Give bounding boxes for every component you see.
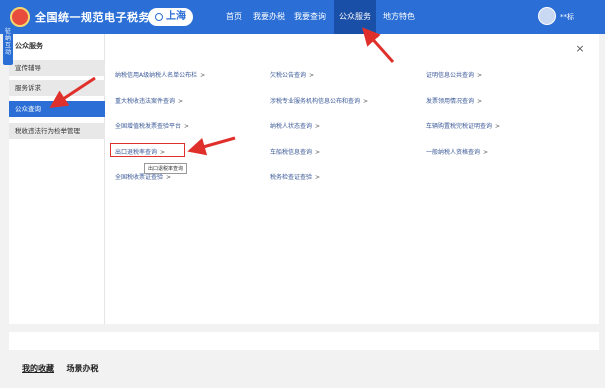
content-strip — [9, 332, 599, 350]
tab-scenario-tax[interactable]: 场景办税 — [67, 364, 99, 373]
arrow-to-public-query — [49, 76, 96, 108]
arrow-to-public-service — [362, 27, 395, 63]
screen: 全国统一规范电子税务局 上海 首页 我要办税 我要查询 公众服务 地方特色 **… — [0, 0, 605, 388]
arrow-to-export-rebate — [187, 136, 236, 156]
bottom-tabs: 我的收藏 场景办税 — [22, 363, 99, 374]
tab-my-favorites[interactable]: 我的收藏 — [22, 364, 54, 373]
annotation-arrows — [49, 27, 395, 156]
